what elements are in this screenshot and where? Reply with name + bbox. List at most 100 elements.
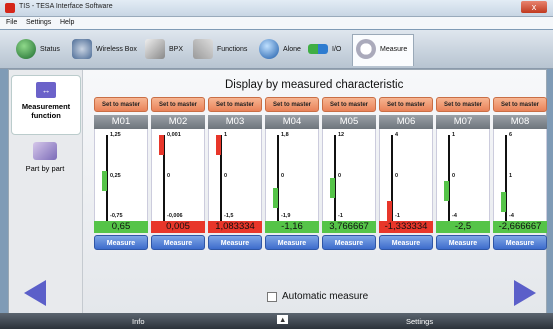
gauge-nominal: 0 (395, 173, 399, 179)
part-by-part-icon (33, 142, 57, 160)
gauge-lower-limit: -0,006 (167, 213, 183, 219)
page-title: Display by measured characteristic (225, 79, 404, 91)
gauge-upper-limit: 4 (395, 132, 399, 138)
measure-button[interactable]: Measure (208, 235, 262, 250)
tab-functions[interactable]: Functions (193, 38, 247, 60)
gauge-upper-limit: 1 (452, 132, 456, 138)
set-to-master-button[interactable]: Set to master (493, 97, 547, 112)
characteristic-header: M01 (94, 115, 148, 129)
tab-status[interactable]: Status (16, 38, 60, 60)
measurement-function-icon: ↔ (36, 82, 56, 98)
tab-io[interactable]: I/O (308, 38, 341, 60)
measure-button[interactable]: Measure (322, 235, 376, 250)
previous-arrow-icon[interactable] (24, 280, 46, 306)
app-icon (5, 3, 15, 13)
gauge-upper-limit: 0,001 (167, 132, 181, 138)
gauge-lower-limit: -0,75 (110, 213, 123, 219)
gauge-nominal: 0 (224, 173, 228, 179)
measure-button[interactable]: Measure (94, 235, 148, 250)
gauge: 1,8 0 -1,9 (265, 129, 319, 221)
gauge: 12 0 -1 (322, 129, 376, 221)
characteristic-header: M08 (493, 115, 547, 129)
gauge-upper-limit: 1 (224, 132, 228, 138)
measured-value: -2,5 (436, 221, 490, 233)
tab-measure[interactable]: Measure (356, 38, 407, 60)
measured-value: 3,766667 (322, 221, 376, 233)
set-to-master-button[interactable]: Set to master (94, 97, 148, 112)
measure-icon (356, 39, 376, 59)
toolbar: Status Wireless Box BPX Functions Alone … (0, 30, 553, 69)
gauge-bar (501, 192, 506, 213)
gauge-axis (277, 135, 279, 221)
gauge-bar (330, 177, 335, 198)
next-arrow-icon[interactable] (514, 280, 536, 306)
tab-alone[interactable]: Alone (259, 38, 301, 60)
expand-up-icon[interactable]: ▲ (277, 315, 289, 324)
info-button[interactable]: Info (132, 317, 145, 326)
sidebar: ↔ Measurement function Part by part (9, 70, 83, 313)
io-arrows-icon (308, 44, 328, 54)
status-bar: Info ▲ Settings (0, 313, 553, 329)
gauge-upper-limit: 6 (509, 132, 513, 138)
characteristic-header: M06 (379, 115, 433, 129)
gauge-nominal: 0 (167, 173, 171, 179)
gauge: 0,001 0 -0,006 (151, 129, 205, 221)
set-to-master-button[interactable]: Set to master (379, 97, 433, 112)
gauge: 1 0 -1,5 (208, 129, 262, 221)
gauge-lower-limit: -1 (395, 213, 400, 219)
set-to-master-button[interactable]: Set to master (208, 97, 262, 112)
gauge-bar (444, 181, 449, 202)
automatic-measure-toggle[interactable]: Automatic measure (267, 291, 368, 302)
measure-button[interactable]: Measure (493, 235, 547, 250)
gauge-nominal: 0 (452, 173, 456, 179)
gauge-lower-limit: -4 (452, 213, 457, 219)
gauge-lower-limit: -1 (338, 213, 343, 219)
gauge-lower-limit: -4 (509, 213, 514, 219)
characteristic-column-m07: Set to master M07 1 0 -4 -2,5 Measure (436, 97, 490, 250)
wireless-box-icon (72, 39, 92, 59)
menu-bar: File Settings Help (0, 17, 553, 29)
characteristic-column-m03: Set to master M03 1 0 -1,5 1,083334 Measure (208, 97, 262, 250)
characteristic-header: M04 (265, 115, 319, 129)
tab-wireless-box[interactable]: Wireless Box (72, 38, 137, 60)
gauge-bar (387, 201, 392, 221)
measure-button[interactable]: Measure (265, 235, 319, 250)
measured-value: -1,16 (265, 221, 319, 233)
set-to-master-button[interactable]: Set to master (436, 97, 490, 112)
characteristic-header: M03 (208, 115, 262, 129)
automatic-measure-checkbox[interactable] (267, 291, 277, 302)
close-button[interactable]: x (521, 1, 547, 13)
menu-settings[interactable]: Settings (26, 19, 51, 26)
title-bar: TIS - TESA Interface Software x (0, 0, 553, 17)
bpx-icon (145, 39, 165, 59)
characteristic-column-m08: Set to master M08 6 1 -4 -2,666667 Measure (493, 97, 547, 250)
menu-help[interactable]: Help (60, 19, 74, 26)
sidebar-item-measurement-function[interactable]: ↔ Measurement function (11, 75, 81, 135)
measure-button[interactable]: Measure (151, 235, 205, 250)
menu-file[interactable]: File (6, 19, 17, 26)
gauge-bar (273, 187, 278, 208)
gauge-nominal: 0 (338, 173, 342, 179)
measure-button[interactable]: Measure (379, 235, 433, 250)
measured-value: 1,083334 (208, 221, 262, 233)
gauge-nominal: 0 (281, 173, 285, 179)
measured-value: -2,666667 (493, 221, 547, 233)
measure-button[interactable]: Measure (436, 235, 490, 250)
set-to-master-button[interactable]: Set to master (151, 97, 205, 112)
characteristic-column-m04: Set to master M04 1,8 0 -1,9 -1,16 Measure (265, 97, 319, 250)
characteristic-header: M02 (151, 115, 205, 129)
gauge-nominal: 0,25 (110, 173, 121, 179)
functions-tools-icon (193, 39, 213, 59)
gauge: 4 0 -1 (379, 129, 433, 221)
automatic-measure-label: Automatic measure (282, 291, 369, 302)
tab-bpx[interactable]: BPX (145, 38, 183, 60)
gauge-lower-limit: -1,5 (224, 213, 234, 219)
settings-button[interactable]: Settings (406, 317, 433, 326)
sidebar-item-part-by-part[interactable]: Part by part (11, 138, 79, 188)
characteristic-column-m02: Set to master M02 0,001 0 -0,006 0,005 Measure (151, 97, 205, 250)
set-to-master-button[interactable]: Set to master (265, 97, 319, 112)
gauge: 1,25 0,25 -0,75 (94, 129, 148, 221)
characteristic-column-m05: Set to master M05 12 0 -1 3,766667 Measure (322, 97, 376, 250)
set-to-master-button[interactable]: Set to master (322, 97, 376, 112)
measure-panel: ↔ Measurement function Part by part Disp… (8, 69, 547, 314)
